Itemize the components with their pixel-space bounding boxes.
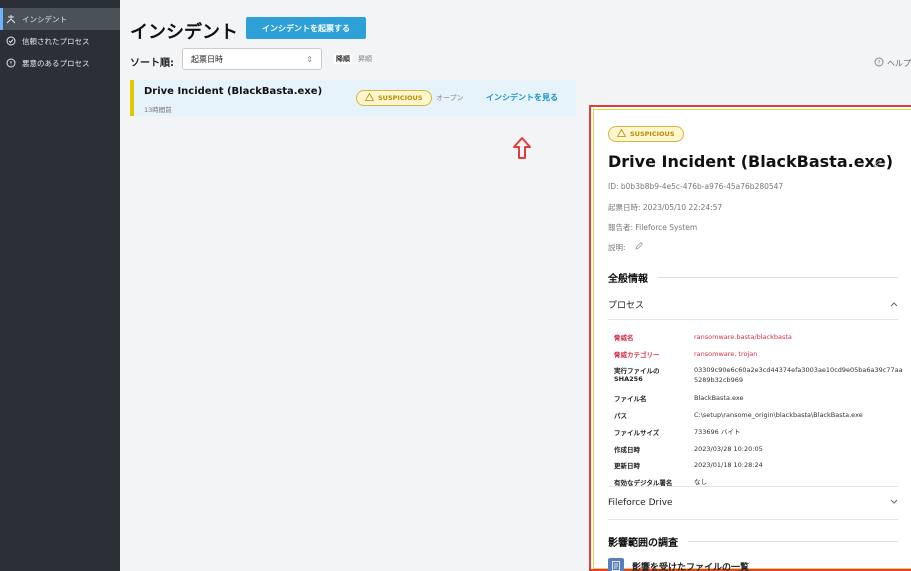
incident-row[interactable]: Drive Incident (BlackBasta.exe) 13時間前 SU… [130, 80, 576, 116]
shield-check-icon [6, 36, 16, 46]
impact-section: 影響範囲の調査 [608, 534, 898, 549]
warning-circle-icon [6, 58, 16, 68]
incident-title: Drive Incident (BlackBasta.exe) [144, 86, 323, 97]
field-value: ransomware, trojan [694, 350, 758, 358]
sidebar-item-trusted-processes[interactable]: 信頼されたプロセス [0, 30, 120, 52]
description-row: 説明: [608, 241, 644, 253]
incident-detail-panel: SUSPICIOUS Drive Incident (BlackBasta.ex… [589, 105, 911, 571]
field-value: BlackBasta.exe [694, 394, 744, 402]
field-value: 2023/03/28 10:20:05 [694, 445, 763, 453]
process-heading: プロセス [608, 301, 645, 311]
sidebar-item-incidents[interactable]: インシデント [0, 8, 120, 30]
page-title: インシデント [130, 22, 238, 43]
edit-description-icon[interactable] [634, 241, 644, 253]
sort-desc-button[interactable]: 降順 [334, 54, 352, 64]
field-key: 作成日時 [614, 446, 640, 454]
edit-title-icon[interactable] [872, 154, 882, 173]
badge-label: SUSPICIOUS [378, 94, 423, 102]
drive-heading: Fileforce Drive [608, 498, 673, 508]
detail-inner: SUSPICIOUS Drive Incident (BlackBasta.ex… [593, 109, 911, 571]
drive-accordion-header[interactable]: Fileforce Drive [608, 486, 898, 520]
detail-title: Drive Incident (BlackBasta.exe) [608, 152, 894, 171]
incident-icon [6, 14, 16, 24]
field-value: 03309c90e6c60a2e3cd44374efa3003ae10cd9e0… [694, 366, 903, 384]
affected-files-label: 影響を受けたファイルの一覧 [632, 562, 750, 571]
affected-files-link[interactable]: 影響を受けたファイルの一覧 [608, 558, 749, 571]
field-value: 733696 バイト [694, 428, 741, 436]
chevron-updown-icon: ⇕ [306, 54, 313, 64]
created-date: 起票日時: 2023/05/10 22:24:57 [608, 203, 723, 212]
general-info-section: 全般情報 [608, 270, 898, 285]
reporter: 報告者: Fileforce System [608, 223, 698, 232]
sidebar-item-malicious-processes[interactable]: 悪意のあるプロセス [0, 52, 120, 74]
chevron-up-icon [890, 300, 898, 310]
badge-label: SUSPICIOUS [630, 130, 675, 138]
sort-direction: 降順 昇順 [334, 54, 372, 64]
sidebar-item-label: インシデント [22, 14, 67, 24]
suspicious-badge: SUSPICIOUS [356, 90, 432, 106]
document-icon [608, 558, 624, 571]
help-label: ヘルプ [887, 58, 911, 68]
field-value: C:\setup\ransome_origin\blackbasta\Black… [694, 411, 863, 419]
svg-text:?: ? [877, 59, 880, 66]
warning-triangle-icon [616, 128, 627, 139]
sort-select[interactable]: 起票日時 ⇕ [182, 48, 322, 70]
field-key: 脅威名 [614, 334, 634, 342]
divider [658, 277, 898, 278]
description-label: 説明: [608, 242, 626, 252]
view-incident-link[interactable]: インシデントを見る [486, 92, 558, 103]
create-incident-button[interactable]: インシデントを起票する [246, 17, 366, 39]
field-key: パス [614, 412, 627, 420]
sort-select-value: 起票日時 [191, 54, 223, 64]
field-key: 脅威カテゴリー [614, 351, 660, 359]
process-accordion-header[interactable]: プロセス [608, 290, 898, 320]
sort-label: ソート順: [130, 58, 174, 69]
arrow-up-icon [512, 136, 532, 164]
help-icon: ? [874, 57, 884, 69]
sidebar: インシデント 信頼されたプロセス 悪意のあるプロセス [0, 0, 120, 571]
divider [688, 541, 898, 542]
field-key: 更新日時 [614, 462, 640, 470]
field-key: ファイルサイズ [614, 429, 660, 437]
field-value: ransomware.basta/blackbasta [694, 333, 792, 341]
field-value: 2023/01/18 10:28:24 [694, 461, 763, 469]
sidebar-item-label: 悪意のあるプロセス [22, 58, 90, 68]
help-link[interactable]: ? ヘルプ [874, 57, 911, 69]
general-info-heading: 全般情報 [608, 274, 648, 285]
sort-asc-button[interactable]: 昇順 [358, 54, 372, 64]
incident-time: 13時間前 [144, 106, 172, 114]
impact-heading: 影響範囲の調査 [608, 538, 678, 549]
field-key: ファイル名 [614, 395, 647, 403]
sidebar-item-label: 信頼されたプロセス [22, 36, 90, 46]
incident-status: オープン [436, 94, 464, 102]
chevron-down-icon [890, 498, 898, 508]
incident-id: ID: b0b3b8b9-4e5c-476b-a976-45a76b280547 [608, 182, 784, 191]
field-key: 実行ファイルの SHA256 [614, 367, 660, 383]
warning-triangle-icon [364, 92, 375, 103]
suspicious-badge: SUSPICIOUS [608, 126, 684, 142]
